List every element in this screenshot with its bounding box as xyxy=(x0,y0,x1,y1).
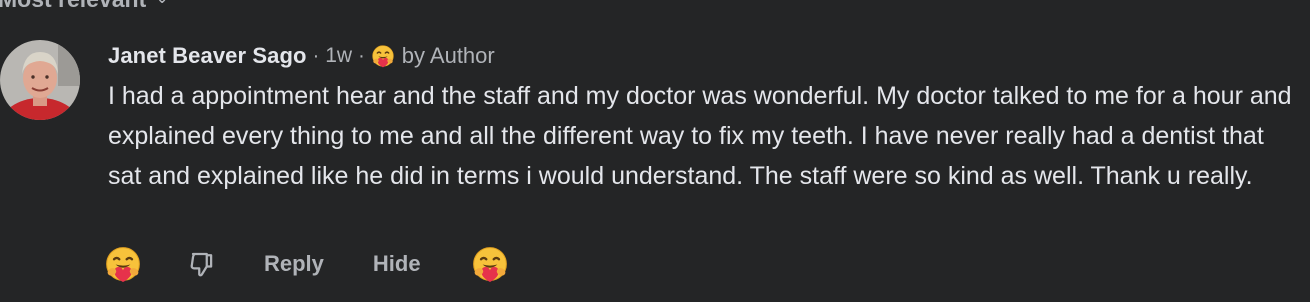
author-reaction xyxy=(471,245,509,283)
thumbs-down-icon xyxy=(190,252,213,277)
chevron-down-icon: ⌄ xyxy=(156,0,168,6)
hugging-face-icon xyxy=(105,246,141,283)
comment-actions: Reply Hide xyxy=(104,244,509,284)
comment: Janet Beaver Sago · 1w · by Author I had… xyxy=(108,40,1298,196)
dislike-button[interactable] xyxy=(186,247,220,281)
hide-button[interactable]: Hide xyxy=(373,251,421,277)
author-reaction-label: by Author xyxy=(401,43,495,68)
hugging-face-icon xyxy=(471,246,508,283)
sort-dropdown[interactable]: Most relevant ⌄ xyxy=(0,0,168,13)
timestamp[interactable]: 1w xyxy=(325,44,352,68)
comment-text: I had a appointment hear and the staff a… xyxy=(108,82,1292,190)
comment-meta: Janet Beaver Sago · 1w · by Author xyxy=(108,40,1298,72)
separator: · xyxy=(358,44,365,67)
sort-label-text: Most relevant xyxy=(0,0,146,12)
react-button[interactable] xyxy=(104,245,142,283)
avatar[interactable] xyxy=(0,40,80,120)
reply-button[interactable]: Reply xyxy=(264,251,324,277)
author-name[interactable]: Janet Beaver Sago xyxy=(108,43,307,69)
hugging-face-icon xyxy=(371,44,395,68)
separator: · xyxy=(312,44,320,67)
